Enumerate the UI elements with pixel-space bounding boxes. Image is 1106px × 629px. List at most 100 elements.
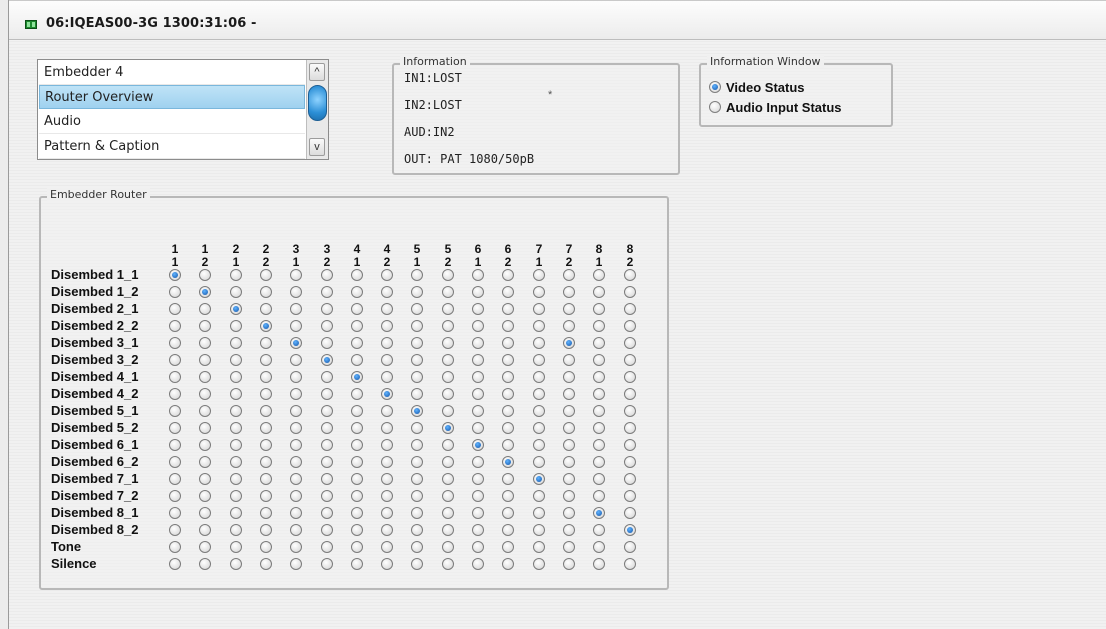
router-cell-radio[interactable] <box>502 405 514 417</box>
router-cell-radio[interactable] <box>230 473 242 485</box>
router-cell-radio[interactable] <box>351 354 363 366</box>
router-cell-radio[interactable] <box>563 473 575 485</box>
router-cell-radio[interactable] <box>290 303 302 315</box>
router-cell-radio[interactable] <box>169 320 181 332</box>
router-cell-radio[interactable] <box>472 422 484 434</box>
router-cell-radio[interactable] <box>533 337 545 349</box>
router-cell-radio[interactable] <box>199 456 211 468</box>
router-cell-radio[interactable] <box>442 490 454 502</box>
router-cell-radio[interactable] <box>199 354 211 366</box>
router-cell-radio[interactable] <box>472 303 484 315</box>
router-cell-radio[interactable] <box>381 337 393 349</box>
router-cell-radio[interactable] <box>624 337 636 349</box>
router-cell-radio[interactable] <box>351 269 363 281</box>
router-cell-radio[interactable] <box>199 473 211 485</box>
router-cell-radio[interactable] <box>442 269 454 281</box>
router-cell-radio[interactable] <box>381 439 393 451</box>
router-cell-radio[interactable] <box>381 507 393 519</box>
router-cell-radio[interactable] <box>593 490 605 502</box>
router-cell-radio[interactable] <box>624 422 636 434</box>
router-cell-radio[interactable] <box>230 439 242 451</box>
router-cell-radio[interactable] <box>230 371 242 383</box>
router-cell-radio[interactable] <box>411 507 423 519</box>
router-cell-radio[interactable] <box>321 473 333 485</box>
router-cell-radio[interactable] <box>199 269 211 281</box>
router-cell-radio[interactable] <box>411 371 423 383</box>
router-cell-radio[interactable] <box>563 405 575 417</box>
router-cell-radio[interactable] <box>169 507 181 519</box>
video-status-radio[interactable] <box>709 81 721 93</box>
router-cell-radio[interactable] <box>442 456 454 468</box>
router-cell-radio[interactable] <box>351 507 363 519</box>
router-cell-radio[interactable] <box>351 524 363 536</box>
router-cell-radio[interactable] <box>199 405 211 417</box>
router-cell-radio[interactable] <box>411 422 423 434</box>
router-cell-radio[interactable] <box>260 490 272 502</box>
router-cell-radio[interactable] <box>351 303 363 315</box>
router-cell-radio[interactable] <box>290 405 302 417</box>
router-cell-radio[interactable] <box>411 541 423 553</box>
router-cell-radio[interactable] <box>351 541 363 553</box>
router-cell-radio[interactable] <box>533 405 545 417</box>
router-cell-radio[interactable] <box>533 490 545 502</box>
router-cell-radio[interactable] <box>593 286 605 298</box>
router-cell-radio[interactable] <box>502 337 514 349</box>
router-cell-radio[interactable] <box>442 371 454 383</box>
router-cell-radio[interactable] <box>502 354 514 366</box>
router-cell-radio[interactable] <box>260 473 272 485</box>
router-cell-radio[interactable] <box>502 286 514 298</box>
router-cell-radio[interactable] <box>533 456 545 468</box>
router-cell-radio[interactable] <box>624 524 636 536</box>
router-cell-radio[interactable] <box>442 541 454 553</box>
router-cell-radio[interactable] <box>351 439 363 451</box>
router-cell-radio[interactable] <box>381 405 393 417</box>
router-cell-radio[interactable] <box>321 354 333 366</box>
router-cell-radio[interactable] <box>442 439 454 451</box>
router-cell-radio[interactable] <box>563 490 575 502</box>
router-cell-radio[interactable] <box>411 439 423 451</box>
router-cell-radio[interactable] <box>381 269 393 281</box>
router-cell-radio[interactable] <box>593 507 605 519</box>
router-cell-radio[interactable] <box>381 422 393 434</box>
router-cell-radio[interactable] <box>502 541 514 553</box>
router-cell-radio[interactable] <box>351 337 363 349</box>
router-cell-radio[interactable] <box>260 422 272 434</box>
router-cell-radio[interactable] <box>533 371 545 383</box>
router-cell-radio[interactable] <box>381 303 393 315</box>
router-cell-radio[interactable] <box>230 337 242 349</box>
router-cell-radio[interactable] <box>533 354 545 366</box>
router-cell-radio[interactable] <box>381 524 393 536</box>
router-cell-radio[interactable] <box>442 473 454 485</box>
scroll-down-button[interactable]: v <box>309 138 325 156</box>
router-cell-radio[interactable] <box>593 473 605 485</box>
router-cell-radio[interactable] <box>624 286 636 298</box>
router-cell-radio[interactable] <box>502 490 514 502</box>
router-cell-radio[interactable] <box>533 524 545 536</box>
router-cell-radio[interactable] <box>472 269 484 281</box>
router-cell-radio[interactable] <box>321 439 333 451</box>
router-cell-radio[interactable] <box>502 422 514 434</box>
router-cell-radio[interactable] <box>260 558 272 570</box>
router-cell-radio[interactable] <box>411 337 423 349</box>
router-cell-radio[interactable] <box>472 439 484 451</box>
router-cell-radio[interactable] <box>472 371 484 383</box>
router-cell-radio[interactable] <box>169 405 181 417</box>
router-cell-radio[interactable] <box>411 558 423 570</box>
router-cell-radio[interactable] <box>169 286 181 298</box>
router-cell-radio[interactable] <box>411 303 423 315</box>
router-cell-radio[interactable] <box>593 456 605 468</box>
router-cell-radio[interactable] <box>442 405 454 417</box>
router-cell-radio[interactable] <box>624 541 636 553</box>
router-cell-radio[interactable] <box>230 286 242 298</box>
router-cell-radio[interactable] <box>260 303 272 315</box>
router-cell-radio[interactable] <box>472 354 484 366</box>
router-cell-radio[interactable] <box>290 490 302 502</box>
router-cell-radio[interactable] <box>442 303 454 315</box>
router-cell-radio[interactable] <box>502 388 514 400</box>
router-cell-radio[interactable] <box>260 405 272 417</box>
router-cell-radio[interactable] <box>563 422 575 434</box>
router-cell-radio[interactable] <box>593 524 605 536</box>
router-cell-radio[interactable] <box>624 439 636 451</box>
scroll-thumb[interactable] <box>308 85 327 121</box>
router-cell-radio[interactable] <box>472 490 484 502</box>
